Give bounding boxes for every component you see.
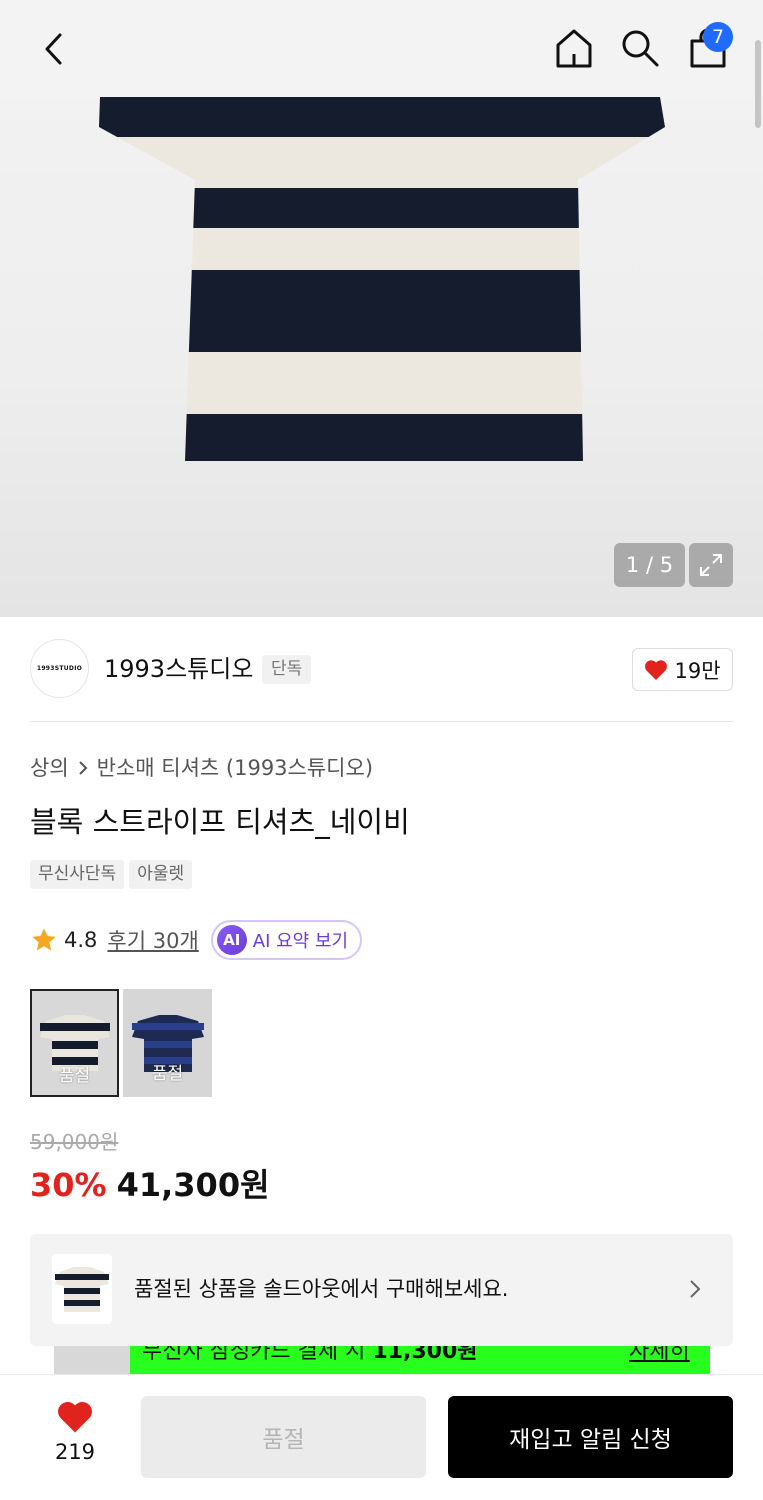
divider [30, 721, 733, 722]
option-soldout-label: 품절 [58, 1066, 91, 1086]
brand-like-count: 19만 [674, 658, 721, 683]
breadcrumb-category[interactable]: 상의 [30, 753, 69, 783]
restock-alert-button[interactable]: 재입고 알림 신청 [448, 1396, 733, 1478]
banner-text: 품절된 상품을 솔드아웃에서 구매해보세요. [134, 1277, 509, 1301]
scrollbar[interactable] [755, 40, 761, 128]
banner-thumbnail [52, 1254, 112, 1324]
product-title: 블록 스트라이프 티셔츠_네이비 [30, 805, 410, 839]
chevron-right-icon [78, 761, 88, 775]
back-arrow-icon [45, 33, 62, 65]
wishlist-count: 219 [54, 1440, 96, 1464]
soldout-market-banner[interactable]: 품절된 상품을 솔드아웃에서 구매해보세요. [30, 1234, 733, 1346]
expand-image-button[interactable] [689, 543, 733, 587]
star-icon [32, 928, 56, 951]
card-promo-banner[interactable]: 무신사 삼성카드 결제 시 11,300원 자세히 [54, 1346, 710, 1374]
brand-exclusive-tag: 단독 [262, 655, 312, 684]
reviews-link[interactable]: 후기 30개 [107, 925, 198, 955]
rating-value: 4.8 [64, 928, 98, 952]
top-navigation-bar: 7 [0, 0, 763, 97]
sale-price: 41,300원 [116, 1166, 270, 1204]
home-button[interactable] [550, 24, 598, 72]
breadcrumb-subcategory[interactable]: 반소매 티셔츠 (1993스튜디오) [97, 753, 373, 783]
heart-icon [58, 1401, 92, 1433]
color-options: 품절 품절 [30, 989, 212, 1097]
option-navy-black[interactable]: 품절 [30, 989, 119, 1097]
breadcrumb: 상의 반소매 티셔츠 (1993스튜디오) [30, 753, 373, 783]
ai-icon: AI [216, 925, 247, 955]
expand-icon [700, 554, 722, 576]
promo-detail-link[interactable]: 자세히 [629, 1346, 690, 1365]
home-icon [556, 29, 592, 68]
wishlist-button[interactable]: 219 [40, 1400, 110, 1475]
promo-amount: 11,300원 [372, 1346, 478, 1364]
tag-outlet: 아울렛 [129, 860, 193, 889]
promo-text: 무신사 삼성카드 결제 시 11,300원 [142, 1346, 478, 1365]
ai-summary-button[interactable]: AI AI 요약 보기 [210, 920, 363, 960]
soldout-button[interactable]: 품절 [141, 1396, 426, 1478]
ai-summary-label: AI 요약 보기 [252, 931, 349, 952]
price-row: 30% 41,300원 [30, 1163, 270, 1207]
brand-like-button[interactable]: 19만 [632, 648, 733, 691]
back-button[interactable] [30, 26, 76, 72]
option-soldout-label: 품절 [151, 1064, 184, 1084]
search-icon [622, 30, 659, 67]
original-price: 59,000원 [30, 1130, 119, 1154]
tag-exclusive: 무신사단독 [30, 860, 125, 889]
rating-row: 4.8 후기 30개 AI AI 요약 보기 [30, 920, 363, 960]
discount-rate: 30% [30, 1166, 107, 1204]
brand-logo[interactable]: 1993STUDIO [30, 639, 89, 698]
promo-text-main: 무신사 삼성카드 결제 시 [142, 1346, 373, 1364]
image-page-indicator: 1 / 5 [614, 543, 685, 587]
cart-count-badge: 7 [703, 22, 733, 52]
banner-product-image [55, 1267, 109, 1312]
search-button[interactable] [616, 24, 664, 72]
heart-icon [645, 659, 668, 680]
chevron-right-icon [690, 1280, 701, 1298]
promo-card-image [54, 1346, 130, 1374]
brand-name[interactable]: 1993스튜디오 [104, 652, 253, 686]
option-navy-blue[interactable]: 품절 [123, 989, 212, 1097]
product-tags: 무신사단독 아울렛 [30, 860, 193, 889]
